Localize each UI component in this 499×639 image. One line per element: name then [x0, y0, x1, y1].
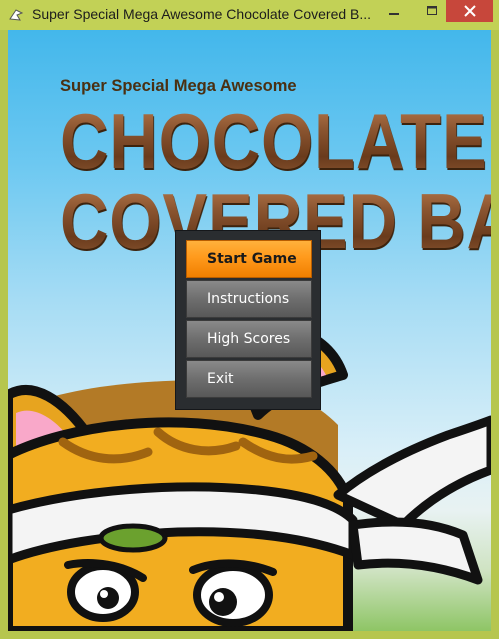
game-window: Super Special Mega Awesome Chocolate Cov… — [0, 0, 499, 639]
minimize-button[interactable] — [380, 0, 408, 22]
start-game-button[interactable]: Start Game — [186, 240, 312, 278]
instructions-button[interactable]: Instructions — [186, 280, 312, 318]
window-title: Super Special Mega Awesome Chocolate Cov… — [32, 6, 372, 22]
close-icon — [463, 5, 476, 17]
minimize-icon — [389, 13, 399, 15]
maximize-button[interactable] — [418, 0, 446, 22]
exit-button[interactable]: Exit — [186, 360, 312, 398]
game-subtitle: Super Special Mega Awesome — [60, 77, 297, 95]
game-canvas[interactable]: Super Special Mega Awesome CHOCOLATE COV… — [8, 30, 491, 631]
main-menu: Start Game Instructions High Scores Exit — [175, 230, 321, 410]
title-bar[interactable]: Super Special Mega Awesome Chocolate Cov… — [0, 0, 499, 30]
maximize-icon — [427, 6, 437, 15]
game-logo-line1: CHOCOLATE — [60, 97, 488, 185]
high-scores-button[interactable]: High Scores — [186, 320, 312, 358]
close-button[interactable] — [446, 0, 493, 22]
app-icon — [9, 9, 24, 21]
